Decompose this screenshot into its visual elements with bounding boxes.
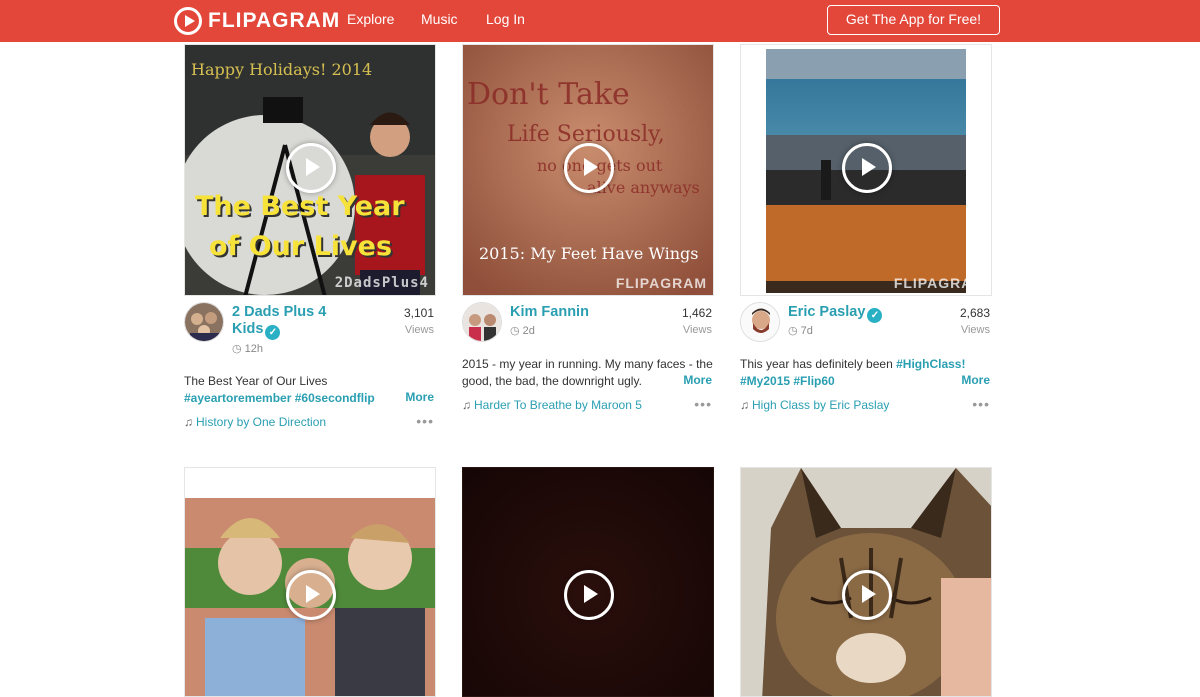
play-icon[interactable]	[564, 143, 614, 193]
video-thumbnail[interactable]	[462, 467, 714, 697]
flipagram-card: FLIPAGRAM Eric Paslay ✓ ◷ 7d 2,683 Views …	[740, 44, 992, 444]
video-thumbnail[interactable]	[184, 467, 436, 697]
view-count: 1,462	[681, 306, 712, 320]
more-options-icon[interactable]: •••	[972, 396, 990, 412]
music-note-icon: ♫	[462, 398, 471, 412]
get-app-button[interactable]: Get The App for Free!	[827, 5, 1000, 35]
clock-icon: ◷	[510, 325, 520, 337]
avatar[interactable]	[740, 302, 780, 342]
nav-explore-link[interactable]: Explore	[347, 11, 394, 27]
flipagram-card	[462, 467, 714, 697]
avatar[interactable]	[462, 302, 502, 342]
video-thumbnail[interactable]: Don't Take Life Seriously, no one gets o…	[462, 44, 714, 296]
username-link[interactable]: Kim Fannin	[510, 304, 589, 321]
clock-icon: ◷	[788, 325, 798, 337]
music-note-icon: ♫	[740, 398, 749, 412]
brand-name: FLIPAGRAM	[208, 9, 341, 32]
more-link[interactable]: More	[683, 373, 712, 387]
post-description: This year has definitely been #HighClass…	[740, 357, 966, 388]
flipagram-card: Don't Take Life Seriously, no one gets o…	[462, 44, 714, 444]
video-thumbnail[interactable]	[740, 467, 992, 697]
more-link[interactable]: More	[405, 390, 434, 404]
svg-text:Happy Holidays! 2014: Happy Holidays! 2014	[191, 60, 372, 79]
flipagram-card	[184, 467, 436, 697]
video-thumbnail[interactable]: FLIPAGRAM	[740, 44, 992, 296]
flipagram-logo[interactable]: FLIPAGRAM	[174, 6, 340, 36]
thumbnail-caption: 2DadsPlus4	[334, 275, 429, 291]
username-link[interactable]: 2 Dads Plus 4 Kids ✓	[232, 304, 342, 340]
song-link[interactable]: ♫ Harder To Breathe by Maroon 5	[462, 398, 642, 412]
more-options-icon[interactable]: •••	[694, 396, 712, 412]
views-label: Views	[404, 324, 434, 336]
thumbnail-overlay-text: The Best Year of Our Lives	[195, 191, 405, 262]
views-label: Views	[960, 324, 990, 336]
clock-icon: ◷	[232, 343, 242, 355]
nav-music-link[interactable]: Music	[421, 11, 458, 27]
play-icon[interactable]	[286, 570, 336, 620]
verified-badge-icon: ✓	[867, 308, 883, 323]
post-age: ◷ 7d	[788, 325, 813, 337]
thumbnail-caption: 2015: My Feet Have Wings	[479, 244, 699, 263]
view-count: 2,683	[959, 306, 990, 320]
play-icon[interactable]	[842, 570, 892, 620]
play-icon[interactable]	[842, 143, 892, 193]
post-age: ◷ 12h	[232, 343, 264, 355]
username-link[interactable]: Eric Paslay ✓	[788, 304, 883, 323]
play-icon[interactable]	[286, 143, 336, 193]
nav-login-link[interactable]: Log In	[486, 11, 525, 27]
post-description: The Best Year of Our Lives #ayeartoremem…	[184, 373, 436, 407]
more-link[interactable]: More	[961, 373, 990, 387]
hashtags[interactable]: #ayeartoremember #60secondflip	[184, 390, 436, 407]
flipagram-watermark: FLIPAGRAM	[615, 275, 707, 291]
flipagram-card	[740, 467, 992, 697]
view-count: 3,101	[403, 306, 434, 320]
song-link[interactable]: ♫ High Class by Eric Paslay	[740, 398, 889, 412]
flipagram-card: Happy Holidays! 2014 The Best Year of Ou…	[184, 44, 436, 444]
top-navigation-bar: FLIPAGRAM Explore Music Log In Get The A…	[0, 0, 1200, 42]
song-link[interactable]: ♫ History by One Direction	[184, 415, 326, 429]
more-options-icon[interactable]: •••	[416, 413, 434, 429]
post-age: ◷ 2d	[510, 325, 535, 337]
avatar[interactable]	[184, 302, 224, 342]
play-icon[interactable]	[564, 570, 614, 620]
flipagram-watermark: FLIPAGRAM	[893, 275, 985, 291]
music-note-icon: ♫	[184, 415, 193, 429]
post-description: 2015 - my year in running. My many faces…	[462, 357, 713, 388]
flipagram-logo-icon	[174, 7, 202, 35]
verified-badge-icon: ✓	[265, 325, 281, 340]
video-thumbnail[interactable]: Happy Holidays! 2014 The Best Year of Ou…	[184, 44, 436, 296]
views-label: Views	[682, 324, 712, 336]
